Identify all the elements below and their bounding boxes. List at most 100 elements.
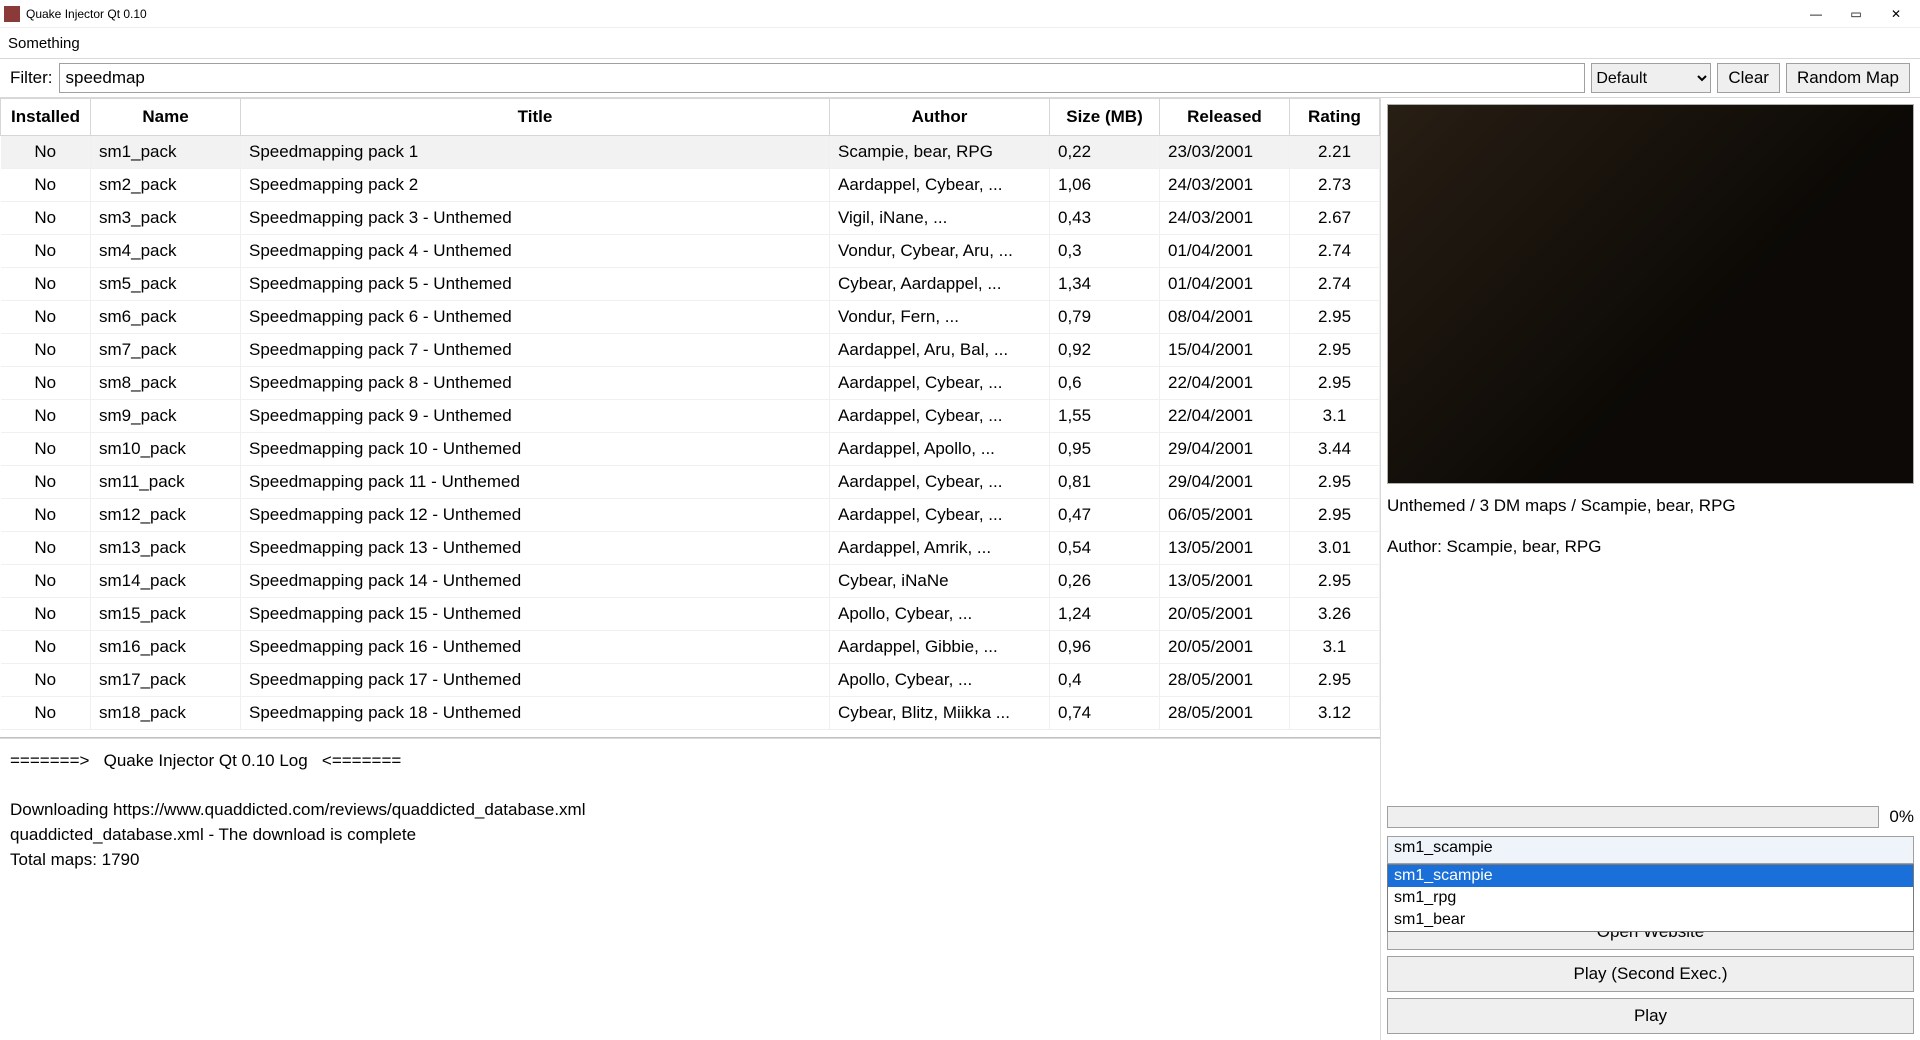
map-select[interactable]: sm1_scampie bbox=[1387, 836, 1914, 864]
app-icon bbox=[4, 6, 20, 22]
cell-installed: No bbox=[1, 400, 91, 433]
table-row[interactable]: Nosm17_packSpeedmapping pack 17 - Unthem… bbox=[1, 664, 1380, 697]
cell-installed: No bbox=[1, 664, 91, 697]
cell-rating: 2.95 bbox=[1290, 466, 1380, 499]
cell-installed: No bbox=[1, 169, 91, 202]
cell-released: 22/04/2001 bbox=[1160, 400, 1290, 433]
col-installed[interactable]: Installed bbox=[1, 99, 91, 136]
maps-table-wrap[interactable]: Installed Name Title Author Size (MB) Re… bbox=[0, 98, 1380, 738]
maximize-button[interactable]: ▭ bbox=[1836, 2, 1876, 26]
cell-author: Vigil, iNane, ... bbox=[830, 202, 1050, 235]
map-select-dropdown[interactable]: sm1_scampiesm1_rpgsm1_bear bbox=[1387, 864, 1914, 932]
cell-title: Speedmapping pack 12 - Unthemed bbox=[241, 499, 830, 532]
col-title[interactable]: Title bbox=[241, 99, 830, 136]
cell-released: 24/03/2001 bbox=[1160, 169, 1290, 202]
titlebar: Quake Injector Qt 0.10 — ▭ ✕ bbox=[0, 0, 1920, 28]
col-released[interactable]: Released bbox=[1160, 99, 1290, 136]
table-row[interactable]: Nosm8_packSpeedmapping pack 8 - Unthemed… bbox=[1, 367, 1380, 400]
table-row[interactable]: Nosm18_packSpeedmapping pack 18 - Unthem… bbox=[1, 697, 1380, 730]
cell-released: 13/05/2001 bbox=[1160, 532, 1290, 565]
cell-name: sm18_pack bbox=[91, 697, 241, 730]
table-row[interactable]: Nosm9_packSpeedmapping pack 9 - Unthemed… bbox=[1, 400, 1380, 433]
cell-size: 0,79 bbox=[1050, 301, 1160, 334]
cell-title: Speedmapping pack 6 - Unthemed bbox=[241, 301, 830, 334]
minimize-button[interactable]: — bbox=[1796, 2, 1836, 26]
clear-button[interactable]: Clear bbox=[1717, 63, 1780, 93]
table-row[interactable]: Nosm12_packSpeedmapping pack 12 - Unthem… bbox=[1, 499, 1380, 532]
table-row[interactable]: Nosm16_packSpeedmapping pack 16 - Unthem… bbox=[1, 631, 1380, 664]
table-row[interactable]: Nosm13_packSpeedmapping pack 13 - Unthem… bbox=[1, 532, 1380, 565]
table-row[interactable]: Nosm4_packSpeedmapping pack 4 - Unthemed… bbox=[1, 235, 1380, 268]
close-button[interactable]: ✕ bbox=[1876, 2, 1916, 26]
table-row[interactable]: Nosm6_packSpeedmapping pack 6 - Unthemed… bbox=[1, 301, 1380, 334]
cell-rating: 2.95 bbox=[1290, 565, 1380, 598]
cell-installed: No bbox=[1, 235, 91, 268]
cell-size: 1,06 bbox=[1050, 169, 1160, 202]
map-select-option[interactable]: sm1_scampie bbox=[1388, 865, 1913, 887]
cell-size: 1,55 bbox=[1050, 400, 1160, 433]
cell-released: 08/04/2001 bbox=[1160, 301, 1290, 334]
log-panel: =======> Quake Injector Qt 0.10 Log <===… bbox=[0, 738, 1380, 1040]
col-size[interactable]: Size (MB) bbox=[1050, 99, 1160, 136]
col-name[interactable]: Name bbox=[91, 99, 241, 136]
table-row[interactable]: Nosm3_packSpeedmapping pack 3 - Unthemed… bbox=[1, 202, 1380, 235]
play-button[interactable]: Play bbox=[1387, 998, 1914, 1034]
cell-installed: No bbox=[1, 565, 91, 598]
cell-name: sm9_pack bbox=[91, 400, 241, 433]
cell-size: 1,34 bbox=[1050, 268, 1160, 301]
play-second-exec-button[interactable]: Play (Second Exec.) bbox=[1387, 956, 1914, 992]
cell-name: sm4_pack bbox=[91, 235, 241, 268]
cell-name: sm15_pack bbox=[91, 598, 241, 631]
col-rating[interactable]: Rating bbox=[1290, 99, 1380, 136]
menu-something[interactable]: Something bbox=[8, 35, 80, 52]
cell-installed: No bbox=[1, 697, 91, 730]
cell-size: 1,24 bbox=[1050, 598, 1160, 631]
cell-installed: No bbox=[1, 136, 91, 169]
cell-name: sm3_pack bbox=[91, 202, 241, 235]
cell-rating: 2.95 bbox=[1290, 367, 1380, 400]
cell-rating: 2.74 bbox=[1290, 268, 1380, 301]
cell-released: 23/03/2001 bbox=[1160, 136, 1290, 169]
table-row[interactable]: Nosm2_packSpeedmapping pack 2Aardappel, … bbox=[1, 169, 1380, 202]
cell-size: 0,74 bbox=[1050, 697, 1160, 730]
table-row[interactable]: Nosm11_packSpeedmapping pack 11 - Unthem… bbox=[1, 466, 1380, 499]
cell-released: 13/05/2001 bbox=[1160, 565, 1290, 598]
cell-rating: 3.44 bbox=[1290, 433, 1380, 466]
table-row[interactable]: Nosm7_packSpeedmapping pack 7 - Unthemed… bbox=[1, 334, 1380, 367]
cell-name: sm14_pack bbox=[91, 565, 241, 598]
download-percent: 0% bbox=[1889, 807, 1914, 827]
cell-size: 0,47 bbox=[1050, 499, 1160, 532]
cell-title: Speedmapping pack 14 - Unthemed bbox=[241, 565, 830, 598]
cell-name: sm2_pack bbox=[91, 169, 241, 202]
map-select-option[interactable]: sm1_bear bbox=[1388, 909, 1913, 931]
cell-author: Aardappel, Apollo, ... bbox=[830, 433, 1050, 466]
cell-name: sm10_pack bbox=[91, 433, 241, 466]
cell-rating: 3.01 bbox=[1290, 532, 1380, 565]
cell-title: Speedmapping pack 15 - Unthemed bbox=[241, 598, 830, 631]
cell-author: Aardappel, Cybear, ... bbox=[830, 169, 1050, 202]
table-row[interactable]: Nosm14_packSpeedmapping pack 14 - Unthem… bbox=[1, 565, 1380, 598]
map-select-option[interactable]: sm1_rpg bbox=[1388, 887, 1913, 909]
detail-panel: Unthemed / 3 DM maps / Scampie, bear, RP… bbox=[1380, 98, 1920, 1040]
cell-name: sm8_pack bbox=[91, 367, 241, 400]
cell-rating: 2.95 bbox=[1290, 664, 1380, 697]
cell-size: 0,95 bbox=[1050, 433, 1160, 466]
map-author-line: Author: Scampie, bear, RPG bbox=[1387, 533, 1914, 560]
cell-rating: 2.74 bbox=[1290, 235, 1380, 268]
table-row[interactable]: Nosm10_packSpeedmapping pack 10 - Unthem… bbox=[1, 433, 1380, 466]
cell-title: Speedmapping pack 17 - Unthemed bbox=[241, 664, 830, 697]
sort-select[interactable]: Default bbox=[1591, 63, 1711, 93]
cell-name: sm12_pack bbox=[91, 499, 241, 532]
cell-rating: 2.73 bbox=[1290, 169, 1380, 202]
cell-author: Aardappel, Cybear, ... bbox=[830, 367, 1050, 400]
cell-released: 06/05/2001 bbox=[1160, 499, 1290, 532]
random-map-button[interactable]: Random Map bbox=[1786, 63, 1910, 93]
table-row[interactable]: Nosm1_packSpeedmapping pack 1Scampie, be… bbox=[1, 136, 1380, 169]
filter-input[interactable] bbox=[59, 63, 1586, 93]
cell-author: Aardappel, Aru, Bal, ... bbox=[830, 334, 1050, 367]
table-row[interactable]: Nosm5_packSpeedmapping pack 5 - Unthemed… bbox=[1, 268, 1380, 301]
cell-author: Cybear, iNaNe bbox=[830, 565, 1050, 598]
col-author[interactable]: Author bbox=[830, 99, 1050, 136]
table-row[interactable]: Nosm15_packSpeedmapping pack 15 - Unthem… bbox=[1, 598, 1380, 631]
cell-title: Speedmapping pack 4 - Unthemed bbox=[241, 235, 830, 268]
